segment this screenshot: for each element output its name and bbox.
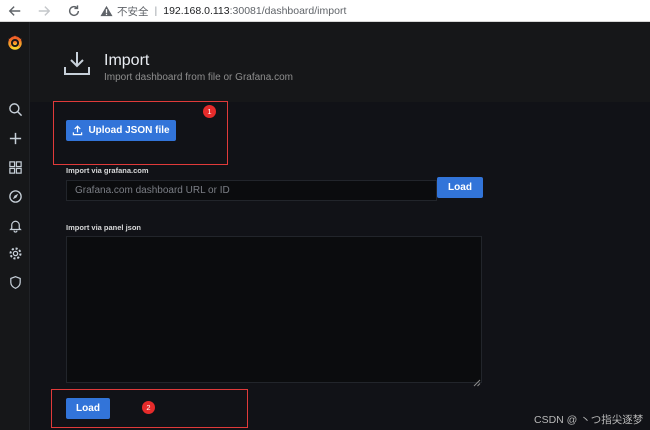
main-area: Import Import dashboard from file or Gra… [30,22,650,430]
compass-icon[interactable] [6,187,24,205]
csdn-watermark: CSDN @ 丶つ指尖逐梦 [534,414,644,426]
panel-json-textarea[interactable] [66,236,482,383]
grafana-com-label: Import via grafana.com [66,166,149,175]
url-path: :30081/dashboard/import [229,5,347,17]
search-icon[interactable] [6,100,24,118]
panel-json-label: Import via panel json [66,223,142,232]
url-host: 192.168.0.113 [163,5,230,17]
grafana-com-url-input[interactable] [66,180,437,201]
dashboards-grid-icon[interactable] [6,158,24,176]
grafana-logo-icon[interactable] [6,34,24,52]
grafana-com-load-label: Load [448,182,472,193]
textarea-resize-handle-icon[interactable] [473,374,481,387]
annotation-box-1 [53,101,228,165]
warning-triangle-icon [100,5,113,17]
browser-toolbar: 不安全 | 192.168.0.113:30081/dashboard/impo… [0,0,650,22]
bell-icon[interactable] [6,216,24,234]
gear-icon[interactable] [6,244,24,262]
page-header: Import Import dashboard from file or Gra… [30,22,650,102]
grafana-com-load-button[interactable]: Load [437,177,483,198]
security-label: 不安全 [117,5,149,18]
reload-icon[interactable] [65,2,83,20]
shield-icon[interactable] [6,273,24,291]
plus-icon[interactable] [6,129,24,147]
page-title: Import [104,52,150,69]
import-download-icon [62,48,92,78]
grafana-sidebar [0,22,30,430]
forward-arrow-icon[interactable] [35,2,53,20]
annotation-badge-2: 2 [142,401,155,414]
url-separator: | [154,5,158,17]
back-arrow-icon[interactable] [6,2,24,20]
annotation-badge-1: 1 [203,105,216,118]
page-subtitle: Import dashboard from file or Grafana.co… [104,72,293,83]
address-bar[interactable]: 不安全 | 192.168.0.113:30081/dashboard/impo… [100,2,346,20]
